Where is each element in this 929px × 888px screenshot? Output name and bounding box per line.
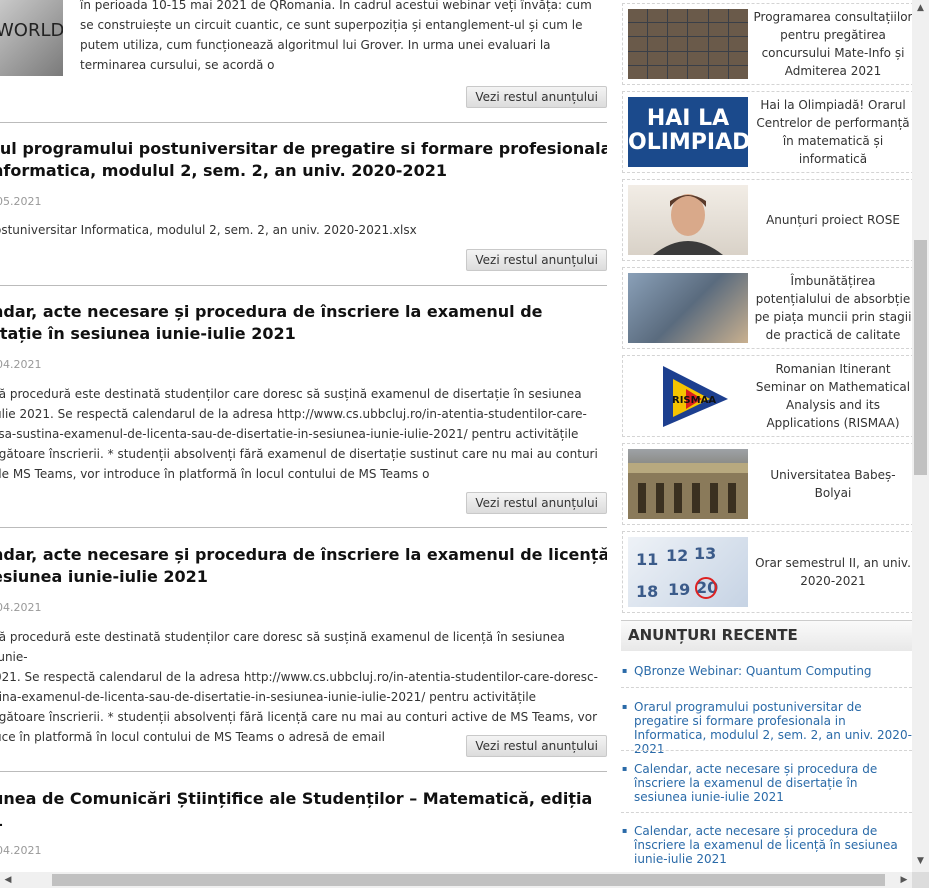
sidebar-card[interactable]: 11 12 13 18 19 20 Orar semestrul II, an univ.…: [622, 531, 912, 613]
post-excerpt: ostuniversitar Informatica, modulul 2, s…: [0, 223, 417, 237]
divider: [0, 527, 607, 528]
post-excerpt: tă procedură este destinată studenților …: [0, 387, 598, 481]
recent-announcement-link[interactable]: QBronze Webinar: Quantum Computing: [622, 664, 912, 678]
svg-text:11: 11: [636, 550, 658, 569]
announcement-post: rul programului postuniversitar de prega…: [0, 138, 607, 285]
read-more-button[interactable]: Vezi restul anunțului: [466, 735, 607, 757]
post-date: 05.2021: [0, 195, 42, 208]
university-building-image: [628, 449, 748, 519]
card-text[interactable]: Hai la Olimpiadă! Orarul Centrelor de pe…: [753, 92, 912, 172]
divider: [0, 285, 607, 286]
scrollbar-corner: [912, 872, 929, 888]
svg-text:18: 18: [636, 582, 658, 601]
post-excerpt: tă procedură este destinată studenților …: [0, 630, 598, 744]
student-portrait-image: [628, 185, 748, 255]
post-title[interactable]: unea de Comunicări Științifice ale Stude…: [0, 788, 602, 832]
vertical-scrollbar[interactable]: ▲ ▼: [912, 0, 929, 872]
post-date: 04.2021: [0, 844, 42, 857]
sidebar-card[interactable]: HAI LA OLIMPIADĂ! Hai la Olimpiadă! Orar…: [622, 91, 912, 173]
svg-text:12: 12: [666, 546, 688, 565]
scroll-up-arrow-icon[interactable]: ▲: [912, 0, 929, 17]
card-text[interactable]: Programarea consultațiilor pentru pregăt…: [753, 4, 913, 84]
read-more-button[interactable]: Vezi restul anunțului: [466, 492, 607, 514]
calendar-image: 11 12 13 18 19 20: [628, 537, 748, 607]
sidebar-card[interactable]: Anunțuri proiect ROSE: [622, 179, 912, 261]
section-title: ANUNȚURI RECENTE: [628, 626, 798, 644]
post-date: 04.2021: [0, 358, 42, 371]
card-text[interactable]: Orar semestrul II, an univ. 2020-2021: [753, 532, 912, 612]
post-excerpt: în perioada 10-15 mai 2021 de QRomania. …: [80, 0, 592, 72]
video-conference-image: [628, 9, 748, 79]
divider: [621, 687, 912, 688]
read-more-button[interactable]: Vezi restul anunțului: [466, 86, 607, 108]
card-text[interactable]: Îmbunătățirea potențialului de absorbție…: [753, 268, 912, 348]
divider: [621, 812, 912, 813]
card-text[interactable]: Anunțuri proiect ROSE: [753, 180, 912, 260]
read-more-button[interactable]: Vezi restul anunțului: [466, 249, 607, 271]
sidebar-card[interactable]: Universitatea Babeș-Bolyai: [622, 443, 912, 525]
recent-announcement-link[interactable]: Calendar, acte necesare și procedura de …: [622, 824, 912, 866]
vertical-scroll-thumb[interactable]: [914, 240, 927, 475]
recent-announcements-header: ANUNȚURI RECENTE: [621, 620, 912, 651]
card-text[interactable]: Universitatea Babeș-Bolyai: [753, 444, 912, 524]
rismaa-logo: RISMAA: [628, 361, 748, 431]
svg-text:19: 19: [668, 580, 690, 599]
announcement-post: ndar, acte necesare și procedura de însc…: [0, 544, 607, 770]
recent-announcement-link[interactable]: Orarul programului postuniversitar de pr…: [622, 700, 912, 756]
post-title[interactable]: rul programului postuniversitar de prega…: [0, 138, 607, 182]
post-date: 04.2021: [0, 601, 42, 614]
svg-text:RISMAA: RISMAA: [672, 395, 716, 406]
scroll-right-arrow-icon[interactable]: ▶: [896, 872, 912, 888]
sidebar-card[interactable]: Programarea consultațiilor pentru pregăt…: [622, 3, 912, 85]
divider: [621, 750, 912, 751]
sidebar: Programarea consultațiilor pentru pregăt…: [621, 0, 912, 872]
scroll-down-arrow-icon[interactable]: ▼: [912, 853, 929, 870]
thumbnail-text: WORLD: [0, 20, 63, 41]
students-group-image: [628, 273, 748, 343]
divider: [0, 122, 607, 123]
horizontal-scroll-thumb[interactable]: [52, 874, 885, 886]
card-text[interactable]: Romanian Itinerant Seminar on Mathematic…: [753, 356, 912, 436]
recent-announcement-link[interactable]: Calendar, acte necesare și procedura de …: [622, 762, 912, 804]
announcement-post: WORLD în perioada 10-15 mai 2021 de QRom…: [0, 0, 607, 122]
announcement-post: ndar, acte necesare și procedura de însc…: [0, 301, 607, 527]
hai-la-olimpiada-image: HAI LA OLIMPIADĂ!: [628, 97, 748, 167]
post-title[interactable]: ndar, acte necesare și procedura de însc…: [0, 544, 607, 588]
post-title[interactable]: ndar, acte necesare și procedura de însc…: [0, 301, 602, 345]
horizontal-scrollbar[interactable]: ◀ ▶: [0, 872, 912, 888]
scroll-left-arrow-icon[interactable]: ◀: [0, 872, 16, 888]
sidebar-card[interactable]: Îmbunătățirea potențialului de absorbție…: [622, 267, 912, 349]
divider: [0, 771, 607, 772]
announcement-post: unea de Comunicări Științifice ale Stude…: [0, 788, 607, 872]
svg-text:13: 13: [694, 544, 716, 563]
post-thumbnail[interactable]: WORLD: [0, 0, 63, 76]
sidebar-card[interactable]: RISMAA Romanian Itinerant Seminar on Mat…: [622, 355, 912, 437]
main-content: WORLD în perioada 10-15 mai 2021 de QRom…: [0, 0, 607, 872]
